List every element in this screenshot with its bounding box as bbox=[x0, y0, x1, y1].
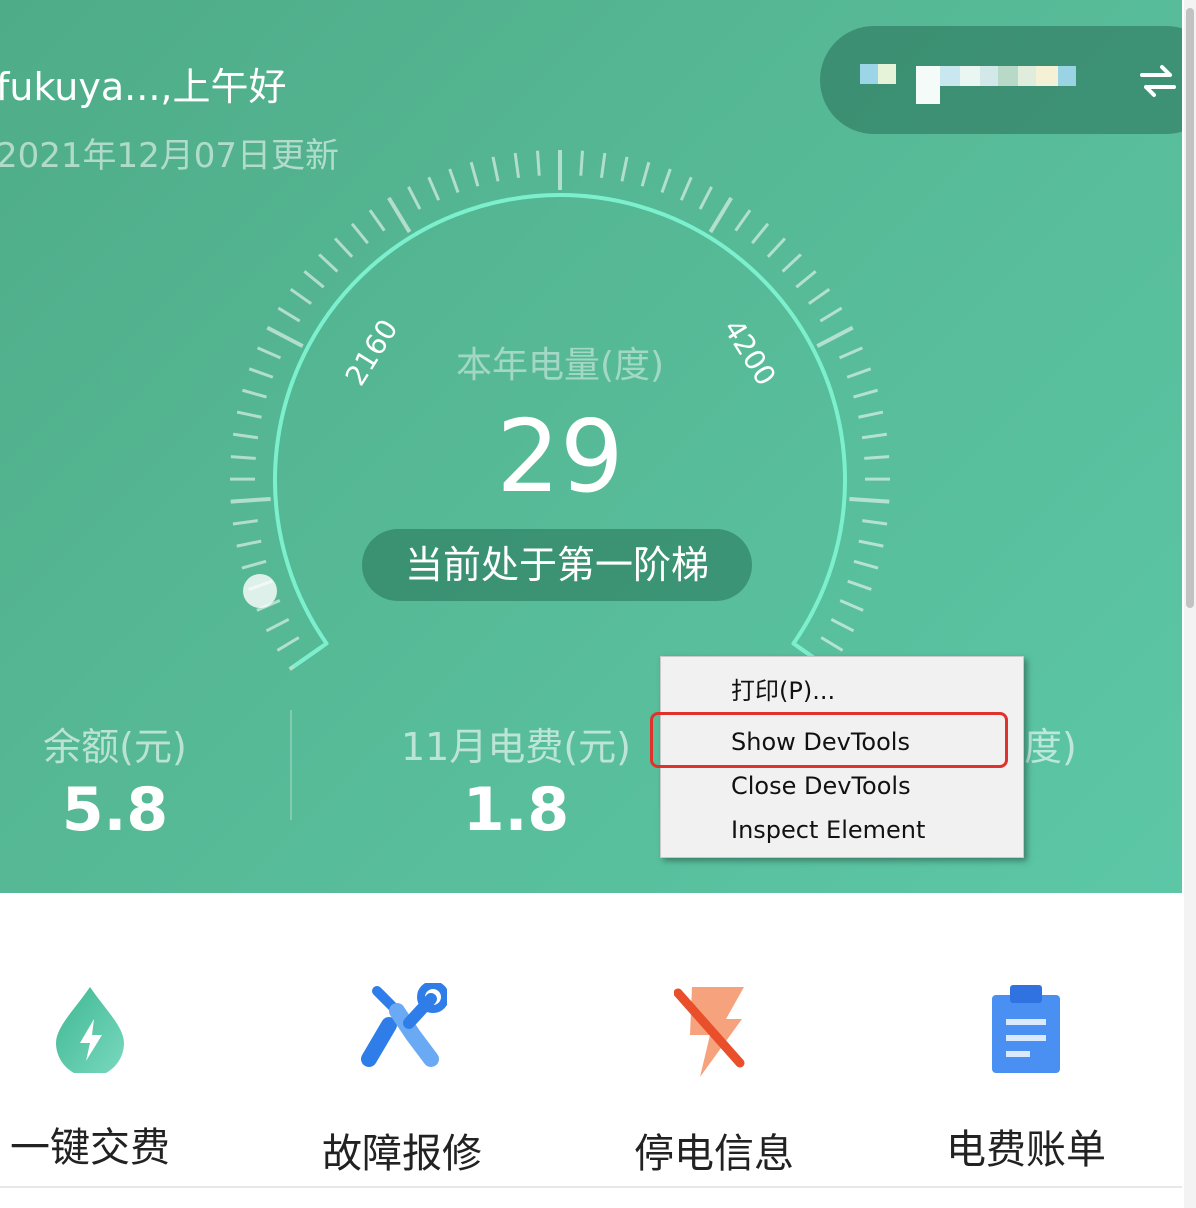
gauge-tick bbox=[289, 288, 312, 305]
action-bill-label: 电费账单 bbox=[946, 1127, 1106, 1173]
context-menu: 打印(P)... Show DevTools Close DevTools In… bbox=[660, 656, 1024, 858]
gauge-tick bbox=[277, 306, 301, 323]
gauge-tick bbox=[838, 346, 864, 360]
gauge-tick bbox=[781, 253, 802, 273]
water-drop-bolt-icon bbox=[56, 987, 124, 1073]
gauge-tick bbox=[816, 325, 854, 348]
gauge-tick bbox=[232, 519, 258, 526]
gauge-tick bbox=[242, 388, 267, 399]
gauge-tick bbox=[491, 156, 500, 182]
menu-item-show-devtools[interactable]: Show DevTools bbox=[731, 728, 910, 756]
menu-item-print[interactable]: 打印(P)... bbox=[731, 671, 835, 706]
gauge-tick bbox=[640, 161, 651, 187]
gauge-tick bbox=[808, 288, 831, 305]
stat-balance-value: 5.8 bbox=[61, 775, 169, 845]
gauge-tick bbox=[751, 222, 770, 245]
gauge-tick bbox=[853, 388, 878, 399]
action-pay[interactable]: 一键交费 bbox=[0, 983, 240, 1173]
stat-balance-label: 余额(元) bbox=[43, 725, 187, 769]
gauge-tick bbox=[256, 346, 282, 360]
action-pay-label: 一键交费 bbox=[10, 1125, 170, 1171]
gauge-tick bbox=[368, 209, 386, 232]
clipboard-bill-icon bbox=[992, 985, 1060, 1073]
quick-actions: 一键交费 故障报修 停电信息 电费账单 bbox=[0, 893, 1182, 1188]
gauge-tick bbox=[448, 168, 460, 194]
gauge-tick bbox=[536, 150, 541, 176]
gauge-tick bbox=[734, 209, 752, 232]
gauge-value: 29 bbox=[496, 398, 624, 515]
gauge-tick bbox=[853, 559, 879, 570]
gauge-tick bbox=[861, 432, 888, 440]
gauge-tick bbox=[232, 432, 259, 440]
bottom-divider bbox=[0, 1186, 1182, 1188]
gauge-tick bbox=[230, 496, 271, 504]
gauge-tick bbox=[236, 539, 262, 548]
stat-usage-label: 度) bbox=[1024, 725, 1077, 769]
gauge-tick bbox=[858, 539, 884, 548]
gauge-tick bbox=[849, 496, 890, 504]
gauge-tick bbox=[303, 270, 325, 289]
gauge-knob bbox=[243, 574, 277, 608]
gauge-tick bbox=[469, 161, 480, 187]
gauge-tick bbox=[265, 618, 290, 633]
gauge-tick bbox=[248, 367, 274, 379]
gauge-tick bbox=[862, 519, 888, 526]
gauge-tick bbox=[830, 618, 855, 633]
gauge-tick bbox=[708, 196, 733, 234]
gauge-tick bbox=[427, 176, 441, 201]
gauge-tick bbox=[839, 599, 864, 612]
stat-monthly-fee-value: 1.8 bbox=[462, 775, 570, 845]
action-outage-label: 停电信息 bbox=[634, 1131, 794, 1177]
gauge-tick bbox=[407, 186, 422, 210]
gauge-tick bbox=[236, 410, 262, 419]
action-repair-label: 故障报修 bbox=[322, 1131, 482, 1177]
wrench-screwdriver-icon bbox=[361, 983, 447, 1067]
menu-item-close-devtools[interactable]: Close DevTools bbox=[731, 772, 911, 800]
gauge-tick bbox=[318, 253, 339, 273]
gauge-tick bbox=[241, 559, 267, 570]
action-repair[interactable]: 故障报修 bbox=[252, 983, 552, 1179]
gauge-tick bbox=[820, 636, 844, 652]
gauge-tick bbox=[766, 237, 787, 258]
stat-monthly-fee-label: 11月电费(元) bbox=[400, 725, 631, 769]
gauge-tick bbox=[864, 455, 890, 460]
action-outage[interactable]: 停电信息 bbox=[564, 983, 864, 1179]
action-bill[interactable]: 电费账单 bbox=[876, 983, 1176, 1175]
gauge-tick bbox=[230, 455, 256, 460]
stat-usage[interactable]: 度) bbox=[1024, 716, 1084, 771]
gauge-tick bbox=[795, 270, 817, 289]
menu-item-inspect-element[interactable]: Inspect Element bbox=[731, 816, 925, 844]
gauge-tick bbox=[266, 325, 304, 348]
gauge-tick bbox=[846, 367, 872, 379]
power-outage-bolt-icon bbox=[674, 987, 745, 1077]
gauge-label: 本年电量(度) bbox=[455, 345, 665, 386]
gauge-tick bbox=[350, 222, 369, 245]
gauge-arc-cap bbox=[292, 641, 328, 669]
gauge-tick bbox=[276, 636, 300, 652]
stat-balance[interactable]: 余额(元) 5.8 bbox=[20, 716, 210, 845]
gauge-tick bbox=[858, 410, 884, 419]
gauge-tick bbox=[698, 186, 713, 210]
gauge-tick bbox=[579, 150, 584, 176]
stat-monthly-fee[interactable]: 11月电费(元) 1.8 bbox=[385, 716, 647, 845]
gauge-tick bbox=[513, 152, 521, 179]
gauge-tick bbox=[599, 152, 607, 179]
gauge-tick bbox=[819, 306, 843, 323]
gauge-tick bbox=[333, 237, 354, 258]
gauge-tick bbox=[620, 156, 629, 182]
gauge-tick bbox=[387, 196, 412, 234]
stat-divider bbox=[290, 710, 292, 820]
gauge-tick bbox=[679, 176, 693, 201]
gauge-tick bbox=[847, 579, 872, 591]
scrollbar-thumb[interactable] bbox=[1186, 8, 1194, 608]
gauge-tick bbox=[660, 168, 672, 194]
tier-badge: 当前处于第一阶梯 bbox=[362, 529, 752, 601]
